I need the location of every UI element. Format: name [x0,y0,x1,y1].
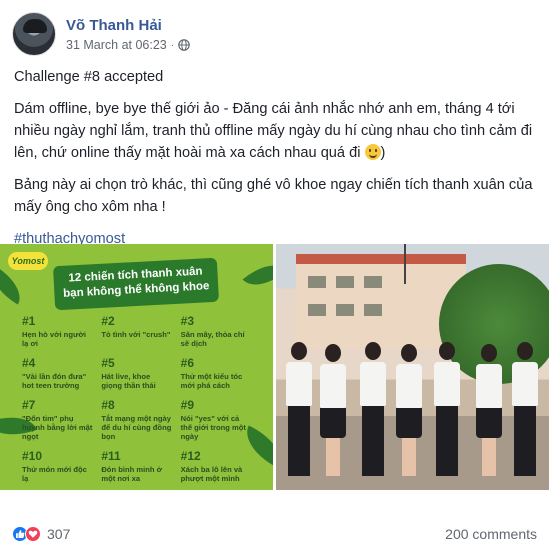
love-icon [25,526,41,542]
challenge-item: #12 Xách ba lô lên và phượt một mình [181,449,252,483]
person [286,342,312,476]
brand-logo: Yomost [8,252,48,270]
post-timestamp[interactable]: 31 March at 06:23 [66,38,167,52]
challenge-item: #5 Hát live, khoe giọng thần thái [101,356,172,390]
building-window [308,276,326,288]
challenge-number: #10 [22,449,43,463]
challenge-text: Thử món mới độc lạ [22,465,87,483]
post-timeline: 31 March at 06:23 · [66,38,190,52]
challenge-number: #5 [101,356,115,370]
challenge-text: Hẹn hò với người lạ ơi [22,330,86,348]
challenge-number: #8 [101,398,115,412]
challenge-item: #6 Thử một kiểu tóc mới phá cách [181,356,252,390]
comments-link[interactable]: 200 comments [445,526,537,542]
post-header: Võ Thanh Hải 31 March at 06:23 · [12,12,190,56]
building-window [336,276,354,288]
challenge-item: #3 Săn mây, thỏa chí sẽ dịch [181,314,252,348]
post-paragraph: Dám offline, bye bye thế giới ảo - Đăng … [14,98,539,164]
reactions-summary[interactable]: 307 [12,526,70,542]
challenge-text: Xách ba lô lên và phượt một mình [180,465,243,483]
paragraph-suffix: ) [380,145,386,161]
challenge-item: #11 Đón bình minh ở một nơi xa [101,449,172,483]
challenge-number: #2 [101,314,115,328]
post-paragraph: Bảng này ai chọn trò khác, thì cũng ghé … [14,177,533,215]
challenge-item: #7 "Đốn tim" phụ huynh bằng lời mật ngọt [22,398,93,441]
post-footer: 307 200 comments [12,524,537,544]
challenge-text: Đón bình minh ở một nơi xa [101,465,162,483]
person [434,342,460,476]
challenge-number: #3 [180,314,195,328]
challenge-text: "Vài lần đón đưa" hot teen trường [22,372,87,390]
globe-icon[interactable] [178,39,190,51]
building-window [308,304,326,316]
post-meta: Võ Thanh Hải 31 March at 06:23 · [66,16,190,52]
post-paragraph: Challenge #8 accepted [14,69,164,85]
building-roof [296,254,466,264]
challenge-item: #1 Hẹn hò với người lạ ơi [22,314,93,348]
post-paragraph-text: Dám offline, bye bye thế giới ảo - Đăng … [14,101,533,161]
challenge-number: #1 [22,314,36,328]
person [512,342,538,476]
challenge-text: Tắt mạng một ngày để du hí cùng đồng bọn [101,414,172,441]
author-name[interactable]: Võ Thanh Hải [66,16,190,35]
leaf-decoration [0,265,29,305]
challenge-text: "Đốn tim" phụ huynh bằng lời mật ngọt [22,414,93,441]
challenge-number: #9 [180,398,195,412]
challenge-text: Nói "yes" với cả thế giới trong một ngày [180,414,246,441]
infographic-title: 12 chiến tích thanh xuân bạn không thể k… [52,257,220,311]
separator: · [170,39,175,51]
person [320,344,346,476]
person [360,342,386,476]
challenge-text: Săn mây, thỏa chí sẽ dịch [180,330,245,348]
challenge-item: #9 Nói "yes" với cả thế giới trong một ng… [181,398,252,441]
challenge-item: #2 Tỏ tình với "crush" [101,314,172,348]
challenge-item: #4 "Vài lần đón đưa" hot teen trường [22,356,93,390]
challenge-number: #4 [22,356,36,370]
group-photo[interactable] [276,244,549,490]
building-window [336,304,354,316]
challenge-number: #7 [22,398,36,412]
challenge-number: #11 [101,449,121,463]
challenge-text: Thử một kiểu tóc mới phá cách [180,372,243,390]
challenge-text: Tỏ tình với "crush" [101,330,171,339]
smiley-emoji-icon [364,144,381,160]
person [476,344,502,476]
person [396,344,422,476]
building-window [364,276,382,288]
building-window [364,304,382,316]
reaction-count: 307 [47,526,71,542]
challenge-number: #12 [180,449,201,463]
post-text: Challenge #8 accepted Dám offline, bye b… [14,66,539,260]
post-photos: Yomost 12 chiến tích thanh xuân bạn khôn… [0,244,549,490]
challenge-number: #6 [180,356,195,370]
flag-pole [404,244,406,284]
infographic-photo[interactable]: Yomost 12 chiến tích thanh xuân bạn khôn… [0,244,273,490]
challenge-text: Hát live, khoe giọng thần thái [101,372,156,390]
leaf-decoration [242,253,273,297]
avatar[interactable] [12,12,56,56]
challenge-item: #8 Tắt mạng một ngày để du hí cùng đồng b… [101,398,172,441]
challenge-item: #10 Thử món mới độc lạ [22,449,93,483]
challenge-grid: #1 Hẹn hò với người lạ ơi #2 Tỏ tình với "c… [22,314,252,483]
